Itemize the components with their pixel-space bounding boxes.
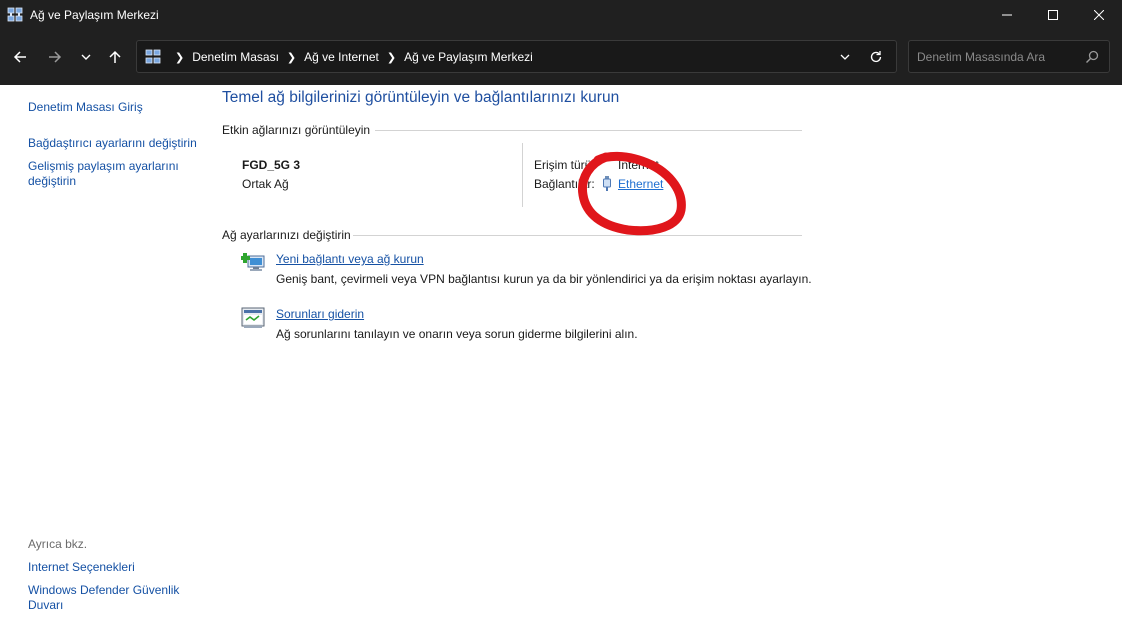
search-box[interactable]: [908, 40, 1110, 73]
sidebar-item-advanced-sharing[interactable]: Gelişmiş paylaşım ayarlarını değiştirin: [28, 159, 198, 189]
breadcrumb-item[interactable]: Ağ ve Paylaşım Merkezi: [404, 50, 533, 64]
recent-locations-button[interactable]: [72, 44, 100, 70]
connections-label: Bağlantılar:: [534, 177, 595, 191]
window-title: Ağ ve Paylaşım Merkezi: [30, 8, 159, 22]
new-connection-description: Geniş bant, çevirmeli veya VPN bağlantıs…: [276, 272, 812, 286]
network-name: FGD_5G 3: [242, 158, 301, 172]
refresh-icon: [870, 51, 882, 63]
chevron-right-icon[interactable]: ❯: [387, 51, 396, 64]
maximize-button[interactable]: [1030, 0, 1076, 30]
close-button[interactable]: [1076, 0, 1122, 30]
close-icon: [1094, 10, 1104, 20]
section-divider: [353, 235, 802, 236]
minimize-button[interactable]: [984, 0, 1030, 30]
access-type-label: Erişim türü:: [534, 158, 595, 172]
breadcrumb-item[interactable]: Denetim Masası: [192, 50, 279, 64]
refresh-button[interactable]: [868, 49, 884, 65]
ethernet-icon: [603, 176, 611, 191]
breadcrumb-item[interactable]: Ağ ve Internet: [304, 50, 379, 64]
up-button[interactable]: [101, 44, 129, 70]
section-divider: [375, 130, 802, 131]
chevron-down-icon: [81, 54, 91, 60]
network-control-panel-icon: [7, 7, 23, 22]
sidebar-item-adapter-settings[interactable]: Bağdaştırıcı ayarlarını değiştirin: [28, 136, 197, 151]
chevron-right-icon[interactable]: ❯: [175, 51, 184, 64]
back-button[interactable]: [6, 44, 34, 70]
forward-button[interactable]: [41, 44, 69, 70]
network-type: Ortak Ağ: [242, 177, 289, 191]
navigation-bar: ❯ Denetim Masası ❯ Ağ ve Internet ❯ Ağ v…: [0, 30, 1122, 85]
address-bar[interactable]: ❯ Denetim Masası ❯ Ağ ve Internet ❯ Ağ v…: [136, 40, 897, 73]
troubleshoot-icon: [241, 307, 265, 328]
troubleshoot-description: Ağ sorunlarını tanılayın ve onarın veya …: [276, 327, 638, 341]
network-control-panel-icon: [145, 49, 161, 64]
address-history-button[interactable]: [837, 49, 853, 65]
search-input[interactable]: [917, 48, 1077, 66]
chevron-down-icon: [840, 54, 850, 60]
change-settings-heading: Ağ ayarlarınızı değiştirin: [222, 228, 351, 242]
arrow-right-icon: [49, 51, 62, 63]
arrow-left-icon: [13, 51, 26, 63]
sidebar-item-firewall[interactable]: Windows Defender Güvenlik Duvarı: [28, 583, 193, 613]
breadcrumb: ❯ Denetim Masası ❯ Ağ ve Internet ❯ Ağ v…: [167, 50, 533, 64]
access-type-value: Internet: [618, 158, 659, 172]
see-also-title: Ayrıca bkz.: [28, 537, 88, 551]
page-title: Temel ağ bilgilerinizi görüntüleyin ve b…: [222, 89, 620, 106]
sidebar-item-control-panel-home[interactable]: Denetim Masası Giriş: [28, 100, 143, 115]
new-connection-icon: [241, 253, 265, 271]
chevron-right-icon[interactable]: ❯: [287, 51, 296, 64]
maximize-icon: [1048, 10, 1058, 20]
sidebar-item-internet-options[interactable]: Internet Seçenekleri: [28, 560, 135, 575]
title-bar: Ağ ve Paylaşım Merkezi: [0, 0, 1122, 30]
search-icon[interactable]: [1084, 49, 1100, 65]
arrow-up-icon: [109, 50, 121, 63]
new-connection-link[interactable]: Yeni bağlantı veya ağ kurun: [276, 252, 424, 266]
active-networks-heading: Etkin ağlarınızı görüntüleyin: [222, 123, 371, 137]
minimize-icon: [1002, 14, 1012, 16]
ethernet-connection-link[interactable]: Ethernet: [618, 177, 663, 191]
network-divider: [522, 143, 523, 207]
troubleshoot-link[interactable]: Sorunları giderin: [276, 307, 364, 321]
